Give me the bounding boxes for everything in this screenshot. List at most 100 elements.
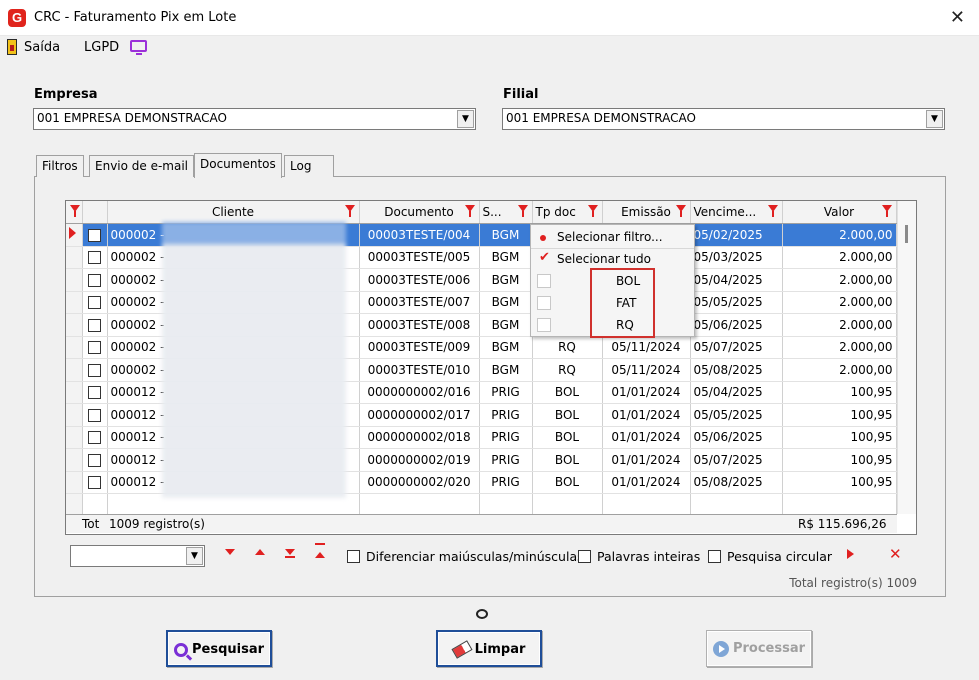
filter-icon[interactable]	[881, 205, 892, 217]
first-icon[interactable]	[315, 543, 325, 558]
cell-situacao[interactable]: PRIG	[479, 403, 533, 427]
row-check-cell[interactable]	[82, 268, 108, 292]
cell-emissao[interactable]: 01/01/2024	[602, 381, 691, 404]
header-situacao[interactable]: S...	[479, 201, 533, 224]
row-checkbox[interactable]	[88, 476, 101, 490]
cell-situacao[interactable]: BGM	[479, 246, 533, 269]
scrollbar-thumb[interactable]	[905, 225, 908, 243]
tab-envio-email[interactable]: Envio de e-mail	[89, 155, 195, 177]
chevron-down-icon[interactable]: ▼	[926, 110, 943, 128]
previous-icon[interactable]	[255, 549, 265, 555]
row-checkbox[interactable]	[88, 251, 101, 265]
cell-tpdoc[interactable]: RQ	[532, 336, 603, 359]
row-check-cell[interactable]	[82, 381, 108, 404]
monitor-icon[interactable]	[130, 40, 147, 55]
filter-icon[interactable]	[344, 205, 355, 217]
row-check-cell[interactable]	[82, 223, 108, 247]
cell-emissao[interactable]: 01/01/2024	[602, 426, 691, 449]
row-indicator[interactable]	[66, 268, 83, 292]
row-check-cell[interactable]	[82, 426, 108, 449]
cell-situacao[interactable]: BGM	[479, 291, 533, 314]
cell-situacao[interactable]: BGM	[479, 223, 533, 247]
row-check-cell[interactable]	[82, 471, 108, 494]
close-icon[interactable]: ✕	[950, 7, 965, 28]
header-valor[interactable]: Valor	[782, 201, 897, 224]
cell-valor[interactable]: 2.000,00	[782, 358, 897, 382]
option-checkbox[interactable]	[537, 274, 551, 288]
row-check-cell[interactable]	[82, 358, 108, 382]
cell-valor[interactable]: 100,95	[782, 471, 897, 494]
cell-vencimento[interactable]: 05/05/2025	[690, 291, 783, 314]
cell-tpdoc[interactable]: BOL	[532, 471, 603, 494]
circular-search-checkbox[interactable]: Pesquisa circular	[708, 549, 832, 564]
empresa-select[interactable]: 001 EMPRESA DEMONSTRACAO ▼	[33, 108, 476, 130]
row-indicator[interactable]	[66, 471, 83, 494]
row-check-cell[interactable]	[82, 403, 108, 427]
row-indicator[interactable]	[66, 223, 83, 247]
cell-vencimento[interactable]: 05/08/2025	[690, 471, 783, 494]
cell-situacao[interactable]: PRIG	[479, 381, 533, 404]
row-checkbox[interactable]	[88, 318, 101, 332]
cell-vencimento[interactable]: 05/04/2025	[690, 268, 783, 292]
filter-icon[interactable]	[675, 205, 686, 217]
row-checkbox[interactable]	[88, 296, 101, 310]
whole-words-checkbox[interactable]: Palavras inteiras	[578, 549, 700, 564]
cell-emissao[interactable]: 05/11/2024	[602, 336, 691, 359]
cell-valor[interactable]: 2.000,00	[782, 223, 897, 247]
header-cliente[interactable]: Cliente	[107, 201, 360, 224]
row-checkbox[interactable]	[88, 431, 101, 445]
tab-documentos[interactable]: Documentos	[194, 153, 282, 178]
cell-situacao[interactable]: BGM	[479, 358, 533, 382]
pesquisar-button[interactable]: Pesquisar	[166, 630, 272, 667]
select-filter-menu-item[interactable]: Selecionar filtro...	[531, 227, 694, 249]
select-all-menu-item[interactable]: ✔ Selecionar tudo	[531, 248, 694, 270]
row-indicator[interactable]	[66, 246, 83, 269]
cell-situacao[interactable]: PRIG	[479, 426, 533, 449]
last-icon[interactable]	[285, 549, 295, 558]
row-indicator[interactable]	[66, 403, 83, 427]
cell-tpdoc[interactable]: RQ	[532, 358, 603, 382]
header-tpdoc[interactable]: Tp doc	[532, 201, 603, 224]
cell-valor[interactable]: 100,95	[782, 448, 897, 472]
search-run-icon[interactable]	[847, 549, 854, 559]
cell-documento[interactable]: 0000000002/018	[359, 426, 480, 449]
row-indicator[interactable]	[66, 381, 83, 404]
cell-tpdoc[interactable]: BOL	[532, 426, 603, 449]
cell-emissao[interactable]: 05/11/2024	[602, 358, 691, 382]
case-sensitive-checkbox[interactable]: Diferenciar maiúsculas/minúsculas	[347, 549, 584, 564]
cell-vencimento[interactable]: 05/04/2025	[690, 381, 783, 404]
cell-emissao[interactable]: 01/01/2024	[602, 448, 691, 472]
cell-vencimento[interactable]: 05/02/2025	[690, 223, 783, 247]
filter-icon[interactable]	[517, 205, 528, 217]
cell-tpdoc[interactable]: BOL	[532, 448, 603, 472]
cell-vencimento[interactable]: 05/06/2025	[690, 426, 783, 449]
header-documento[interactable]: Documento	[359, 201, 480, 224]
cell-valor[interactable]: 2.000,00	[782, 246, 897, 269]
search-field-select[interactable]: ▼	[70, 545, 205, 567]
cell-vencimento[interactable]: 05/07/2025	[690, 448, 783, 472]
cell-documento[interactable]: 0000000002/016	[359, 381, 480, 404]
row-indicator[interactable]	[66, 291, 83, 314]
cell-documento[interactable]: 00003TESTE/005	[359, 246, 480, 269]
checkbox-box[interactable]	[708, 550, 721, 563]
filial-select[interactable]: 001 EMPRESA DEMONSTRACAO ▼	[502, 108, 945, 130]
header-indicator[interactable]	[66, 201, 83, 224]
cell-emissao[interactable]: 01/01/2024	[602, 403, 691, 427]
row-indicator[interactable]	[66, 448, 83, 472]
row-check-cell[interactable]	[82, 291, 108, 314]
cell-vencimento[interactable]: 05/07/2025	[690, 336, 783, 359]
cell-valor[interactable]: 100,95	[782, 403, 897, 427]
row-checkbox[interactable]	[88, 228, 101, 242]
filter-icon[interactable]	[464, 205, 475, 217]
processar-button[interactable]: Processar	[706, 630, 812, 667]
option-checkbox[interactable]	[537, 318, 551, 332]
cell-tpdoc[interactable]: BOL	[532, 403, 603, 427]
cell-documento[interactable]: 0000000002/019	[359, 448, 480, 472]
header-vencimento[interactable]: Vencime...	[690, 201, 783, 224]
cell-vencimento[interactable]: 05/06/2025	[690, 313, 783, 337]
filter-icon[interactable]	[69, 205, 80, 217]
cell-documento[interactable]: 00003TESTE/006	[359, 268, 480, 292]
vertical-scrollbar[interactable]	[897, 201, 916, 514]
cell-documento[interactable]: 00003TESTE/009	[359, 336, 480, 359]
cell-valor[interactable]: 100,95	[782, 426, 897, 449]
